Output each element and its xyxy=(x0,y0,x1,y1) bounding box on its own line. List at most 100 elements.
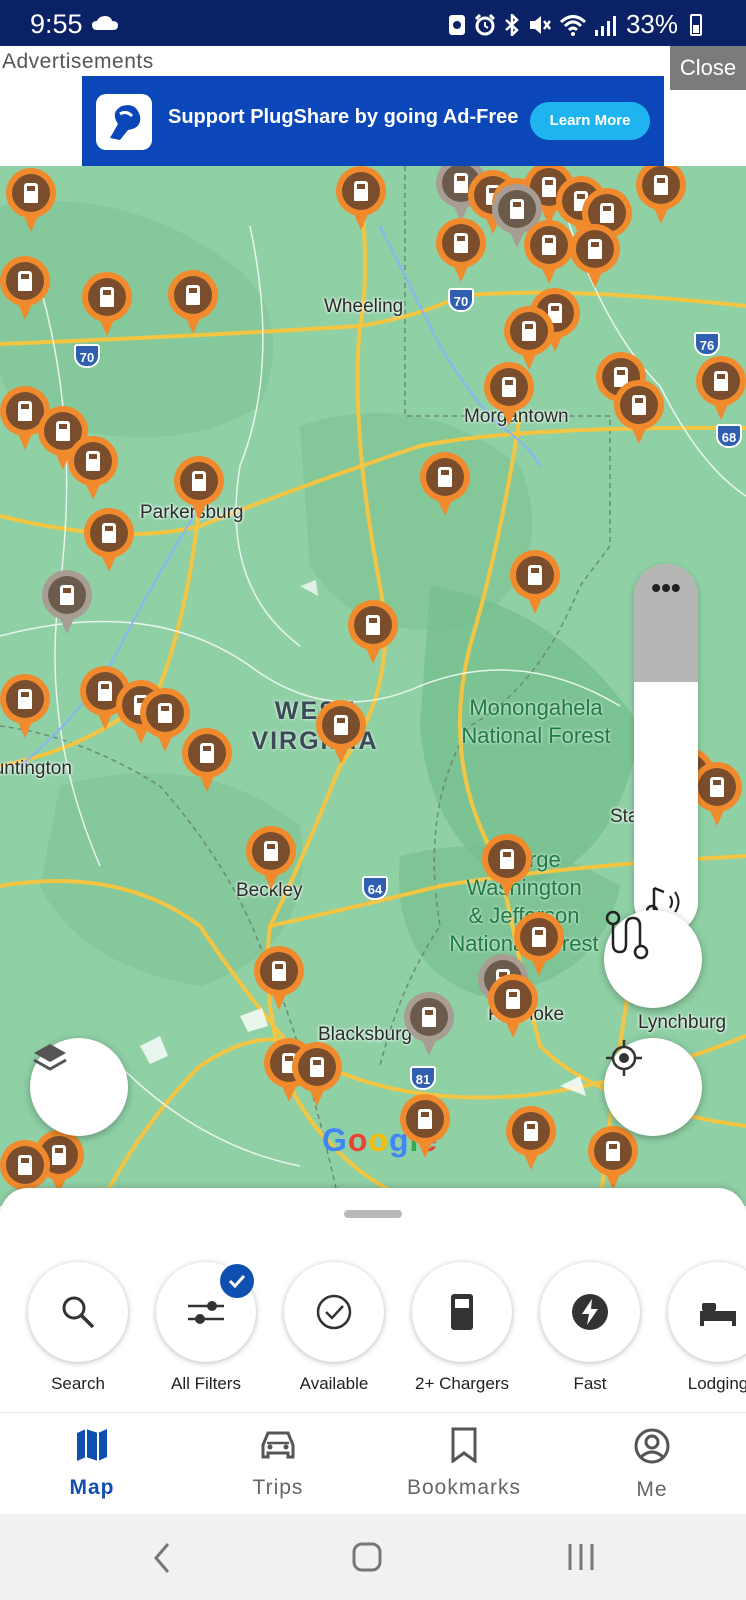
ad-learn-more-button[interactable]: Learn More xyxy=(530,102,650,140)
charging-station-pin[interactable] xyxy=(524,220,574,286)
plug-icon xyxy=(654,175,668,195)
status-bar: 9:55 33% xyxy=(0,0,746,46)
my-location-button[interactable] xyxy=(604,1038,702,1136)
plug-icon xyxy=(18,401,32,421)
charging-station-pin[interactable] xyxy=(246,826,296,892)
filter-circle[interactable] xyxy=(28,1262,128,1362)
charging-station-pin[interactable] xyxy=(42,570,92,636)
filter-label: Lodging xyxy=(687,1374,746,1393)
plug-icon xyxy=(334,715,348,735)
charging-station-pin[interactable] xyxy=(254,946,304,1012)
nav-trips[interactable]: Trips xyxy=(188,1427,368,1500)
filter-label: Fast xyxy=(573,1374,607,1393)
charging-station-pin[interactable] xyxy=(636,166,686,226)
filter-search[interactable]: Search xyxy=(28,1262,128,1394)
charging-station-pin[interactable] xyxy=(68,436,118,502)
filter-label: Search xyxy=(51,1374,105,1393)
forest-label-monongahela: Monongahela National Forest xyxy=(436,694,636,750)
home-icon[interactable] xyxy=(352,1542,382,1572)
plug-icon xyxy=(186,285,200,305)
ad-banner[interactable]: Support PlugShare by going Ad-Free Learn… xyxy=(82,76,664,166)
charging-station-pin[interactable] xyxy=(0,256,50,322)
charging-station-pin[interactable] xyxy=(348,600,398,666)
nav-map[interactable]: Map xyxy=(2,1427,182,1500)
charging-station-pin[interactable] xyxy=(506,1106,556,1172)
highway-shield: 68 xyxy=(716,424,742,448)
charging-station-pin[interactable] xyxy=(482,834,532,900)
plug-icon xyxy=(500,849,514,869)
back-icon[interactable] xyxy=(152,1542,172,1574)
sliders-icon xyxy=(188,1301,224,1324)
battery-percent: 33% xyxy=(625,9,678,39)
filter-available[interactable]: Available xyxy=(284,1262,384,1394)
volume-slider[interactable]: ••• xyxy=(634,564,698,934)
ad-banner-text: Support PlugShare by going Ad-Free xyxy=(168,106,519,128)
nav-me[interactable]: Me xyxy=(562,1427,742,1502)
state-label-line: VIRGINIA xyxy=(251,727,379,755)
plug-icon xyxy=(532,927,546,947)
more-options-icon[interactable]: ••• xyxy=(634,574,698,602)
nav-bookmarks[interactable]: Bookmarks xyxy=(374,1427,554,1500)
sheet-drag-handle[interactable] xyxy=(344,1210,402,1218)
ad-label: Advertisements xyxy=(2,50,154,73)
charging-station-pin[interactable] xyxy=(696,356,746,422)
city-label: Lynchburg xyxy=(638,1012,727,1033)
plug-icon xyxy=(366,615,380,635)
nav-label: Bookmarks xyxy=(406,1476,522,1499)
filter-circle[interactable] xyxy=(668,1262,746,1362)
filter-circle[interactable] xyxy=(540,1262,640,1362)
charging-station-pin[interactable] xyxy=(336,166,386,232)
bottom-navigation: Map Trips Bookmarks Me xyxy=(0,1412,746,1514)
charging-station-pin[interactable] xyxy=(570,224,620,290)
filter-2plus-chargers[interactable]: 2+ Chargers xyxy=(412,1262,512,1394)
filter-fast[interactable]: Fast xyxy=(540,1262,640,1394)
plug-icon xyxy=(98,681,112,701)
plug-icon xyxy=(52,1145,66,1165)
charging-station-pin[interactable] xyxy=(510,550,560,616)
checked-badge xyxy=(220,1264,254,1298)
route-button[interactable] xyxy=(604,910,702,1008)
filter-all-filters[interactable]: All Filters xyxy=(156,1262,256,1394)
plug-icon xyxy=(542,177,556,197)
nav-label: Me xyxy=(636,1478,668,1501)
charging-station-pin[interactable] xyxy=(404,992,454,1058)
plug-icon xyxy=(600,203,614,223)
charger-icon xyxy=(451,1294,473,1330)
filter-circle[interactable] xyxy=(156,1262,256,1362)
charging-station-pin[interactable] xyxy=(488,974,538,1040)
charging-station-pin[interactable] xyxy=(484,362,534,428)
search-icon xyxy=(62,1296,95,1329)
bookmark-icon xyxy=(451,1427,477,1464)
plug-icon xyxy=(588,239,602,259)
map-view[interactable]: WEST VIRGINIA Monongahela National Fores… xyxy=(0,166,746,1206)
ad-close-button[interactable]: Close xyxy=(670,46,746,90)
charging-station-pin[interactable] xyxy=(420,452,470,518)
cloud-icon xyxy=(92,16,118,30)
highway-shield: 76 xyxy=(694,332,720,356)
layers-button[interactable] xyxy=(30,1038,128,1136)
profile-icon xyxy=(634,1428,670,1464)
charging-station-pin[interactable] xyxy=(436,218,486,284)
charging-station-pin[interactable] xyxy=(84,508,134,574)
charging-station-pin[interactable] xyxy=(316,700,366,766)
charging-station-pin[interactable] xyxy=(588,1126,638,1192)
charging-station-pin[interactable] xyxy=(292,1042,342,1108)
charging-station-pin[interactable] xyxy=(0,674,50,740)
charging-station-pin[interactable] xyxy=(174,456,224,522)
charging-station-pin[interactable] xyxy=(182,728,232,794)
charging-station-pin[interactable] xyxy=(6,168,56,234)
charging-station-pin[interactable] xyxy=(400,1094,450,1160)
highway-shield: 81 xyxy=(410,1066,436,1090)
charging-station-pin[interactable] xyxy=(168,270,218,336)
highway-shield: 70 xyxy=(74,344,100,368)
charging-station-pin[interactable] xyxy=(692,762,742,828)
filter-circle[interactable] xyxy=(284,1262,384,1362)
recent-apps-icon[interactable] xyxy=(566,1542,596,1572)
nav-label: Trips xyxy=(252,1476,304,1499)
charging-station-pin[interactable] xyxy=(614,380,664,446)
plug-icon xyxy=(60,585,74,605)
filter-lodging[interactable]: Lodging xyxy=(668,1262,746,1394)
plug-icon xyxy=(714,371,728,391)
filter-circle[interactable] xyxy=(412,1262,512,1362)
charging-station-pin[interactable] xyxy=(82,272,132,338)
